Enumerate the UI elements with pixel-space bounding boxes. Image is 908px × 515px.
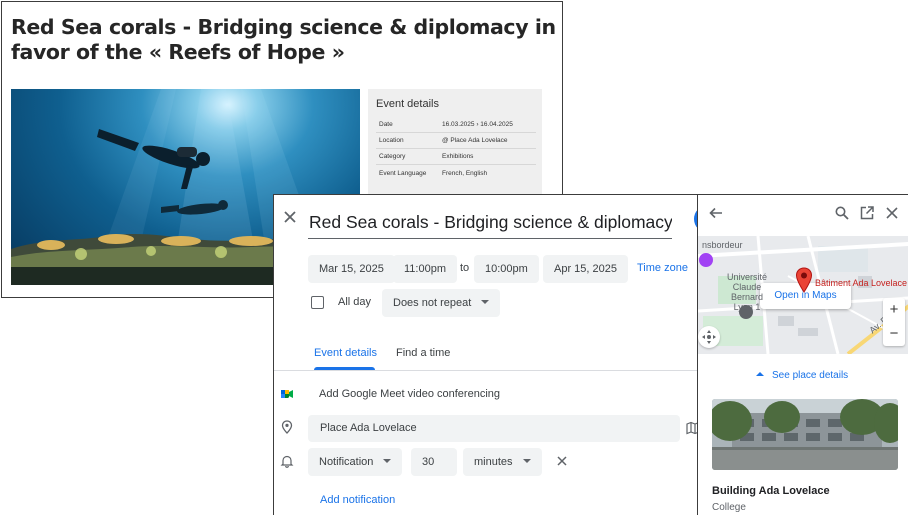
chevron-down-icon bbox=[481, 300, 490, 305]
bell-icon bbox=[280, 455, 294, 468]
end-time-chip[interactable]: 10:00pm bbox=[474, 255, 539, 283]
map-pin-label: Bâtiment Ada Lovelace bbox=[815, 278, 908, 288]
details-key: Date bbox=[379, 121, 393, 128]
place-type: College bbox=[712, 502, 746, 513]
all-day-label: All day bbox=[338, 296, 372, 308]
search-icon[interactable] bbox=[834, 205, 850, 221]
chevron-down-icon bbox=[383, 459, 392, 464]
notification-unit-dropdown[interactable]: minutes bbox=[463, 448, 542, 476]
location-pin-icon bbox=[281, 420, 293, 434]
repeat-value: Does not repeat bbox=[393, 297, 472, 309]
close-icon[interactable] bbox=[282, 209, 298, 225]
location-input[interactable]: Place Ada Lovelace bbox=[308, 415, 680, 442]
zoom-out-button[interactable]: − bbox=[883, 322, 905, 346]
remove-notification-icon[interactable] bbox=[556, 455, 568, 467]
details-value[interactable]: @ Place Ada Lovelace bbox=[442, 137, 536, 144]
zoom-controls: + − bbox=[883, 298, 905, 346]
details-row: Date 16.03.2025 › 16.04.2025 bbox=[376, 117, 536, 133]
place-name: Building Ada Lovelace bbox=[712, 485, 830, 497]
details-value[interactable]: Exhibitions bbox=[442, 153, 536, 160]
back-arrow-icon[interactable] bbox=[708, 205, 724, 221]
details-row: Event Language French, English bbox=[376, 165, 536, 181]
add-notification-button[interactable]: Add notification bbox=[320, 494, 395, 506]
see-place-details-label: See place details bbox=[772, 370, 849, 381]
chevron-down-icon bbox=[522, 459, 531, 464]
recenter-icon[interactable] bbox=[698, 326, 720, 348]
notification-amount-input[interactable]: 30 bbox=[411, 448, 457, 476]
details-row: Category Exhibitions bbox=[376, 149, 536, 165]
event-title-input[interactable]: Red Sea corals - Bridging science & dipl… bbox=[308, 205, 672, 239]
time-zone-link[interactable]: Time zone bbox=[637, 262, 688, 274]
google-meet-icon bbox=[281, 390, 293, 398]
see-place-details-button[interactable]: See place details bbox=[756, 370, 848, 381]
details-key: Event Language bbox=[379, 169, 427, 177]
chevron-up-icon bbox=[756, 372, 764, 376]
details-key: Category bbox=[379, 153, 406, 160]
start-date-chip[interactable]: Mar 15, 2025 bbox=[308, 255, 395, 283]
tab-find-a-time[interactable]: Find a time bbox=[396, 347, 450, 359]
notification-type-value: Notification bbox=[319, 456, 374, 468]
tab-event-details[interactable]: Event details bbox=[314, 347, 377, 359]
place-photo[interactable] bbox=[712, 399, 898, 470]
map-university-label: Université Claude Bernard Lyon 1 bbox=[726, 272, 767, 312]
details-value: French, English bbox=[442, 169, 488, 177]
event-details-table: Date 16.03.2025 › 16.04.2025 Location @ … bbox=[376, 117, 536, 181]
notification-unit-value: minutes bbox=[474, 456, 513, 468]
add-meet-button[interactable]: Add Google Meet video conferencing bbox=[319, 388, 500, 400]
map-view[interactable]: Open in Maps nsbordeur Université Claude… bbox=[698, 236, 908, 354]
zoom-in-button[interactable]: + bbox=[883, 298, 905, 322]
event-details-box: Event details Date 16.03.2025 › 16.04.20… bbox=[368, 89, 542, 199]
close-icon[interactable] bbox=[884, 205, 900, 221]
notification-type-dropdown[interactable]: Notification bbox=[308, 448, 403, 476]
details-key: Location bbox=[379, 137, 404, 144]
map-street-label: nsbordeur bbox=[702, 240, 743, 250]
open-external-icon[interactable] bbox=[859, 205, 875, 221]
repeat-dropdown[interactable]: Does not repeat bbox=[382, 289, 501, 317]
end-date-chip[interactable]: Apr 15, 2025 bbox=[543, 255, 628, 283]
details-value: 16.03.2025 › 16.04.2025 bbox=[442, 121, 513, 128]
article-title: Red Sea corals - Bridging science & dipl… bbox=[11, 15, 556, 64]
event-details-heading: Event details bbox=[376, 98, 439, 110]
map-pin-icon[interactable] bbox=[795, 267, 813, 293]
start-time-chip[interactable]: 11:00pm bbox=[393, 255, 457, 283]
event-editor-window: Red Sea corals - Bridging science & dipl… bbox=[273, 194, 698, 515]
all-day-checkbox[interactable] bbox=[311, 296, 324, 309]
details-row: Location @ Place Ada Lovelace bbox=[376, 133, 536, 149]
to-label: to bbox=[460, 262, 470, 274]
tab-divider bbox=[274, 370, 698, 371]
maps-panel: Open in Maps nsbordeur Université Claude… bbox=[697, 194, 908, 515]
